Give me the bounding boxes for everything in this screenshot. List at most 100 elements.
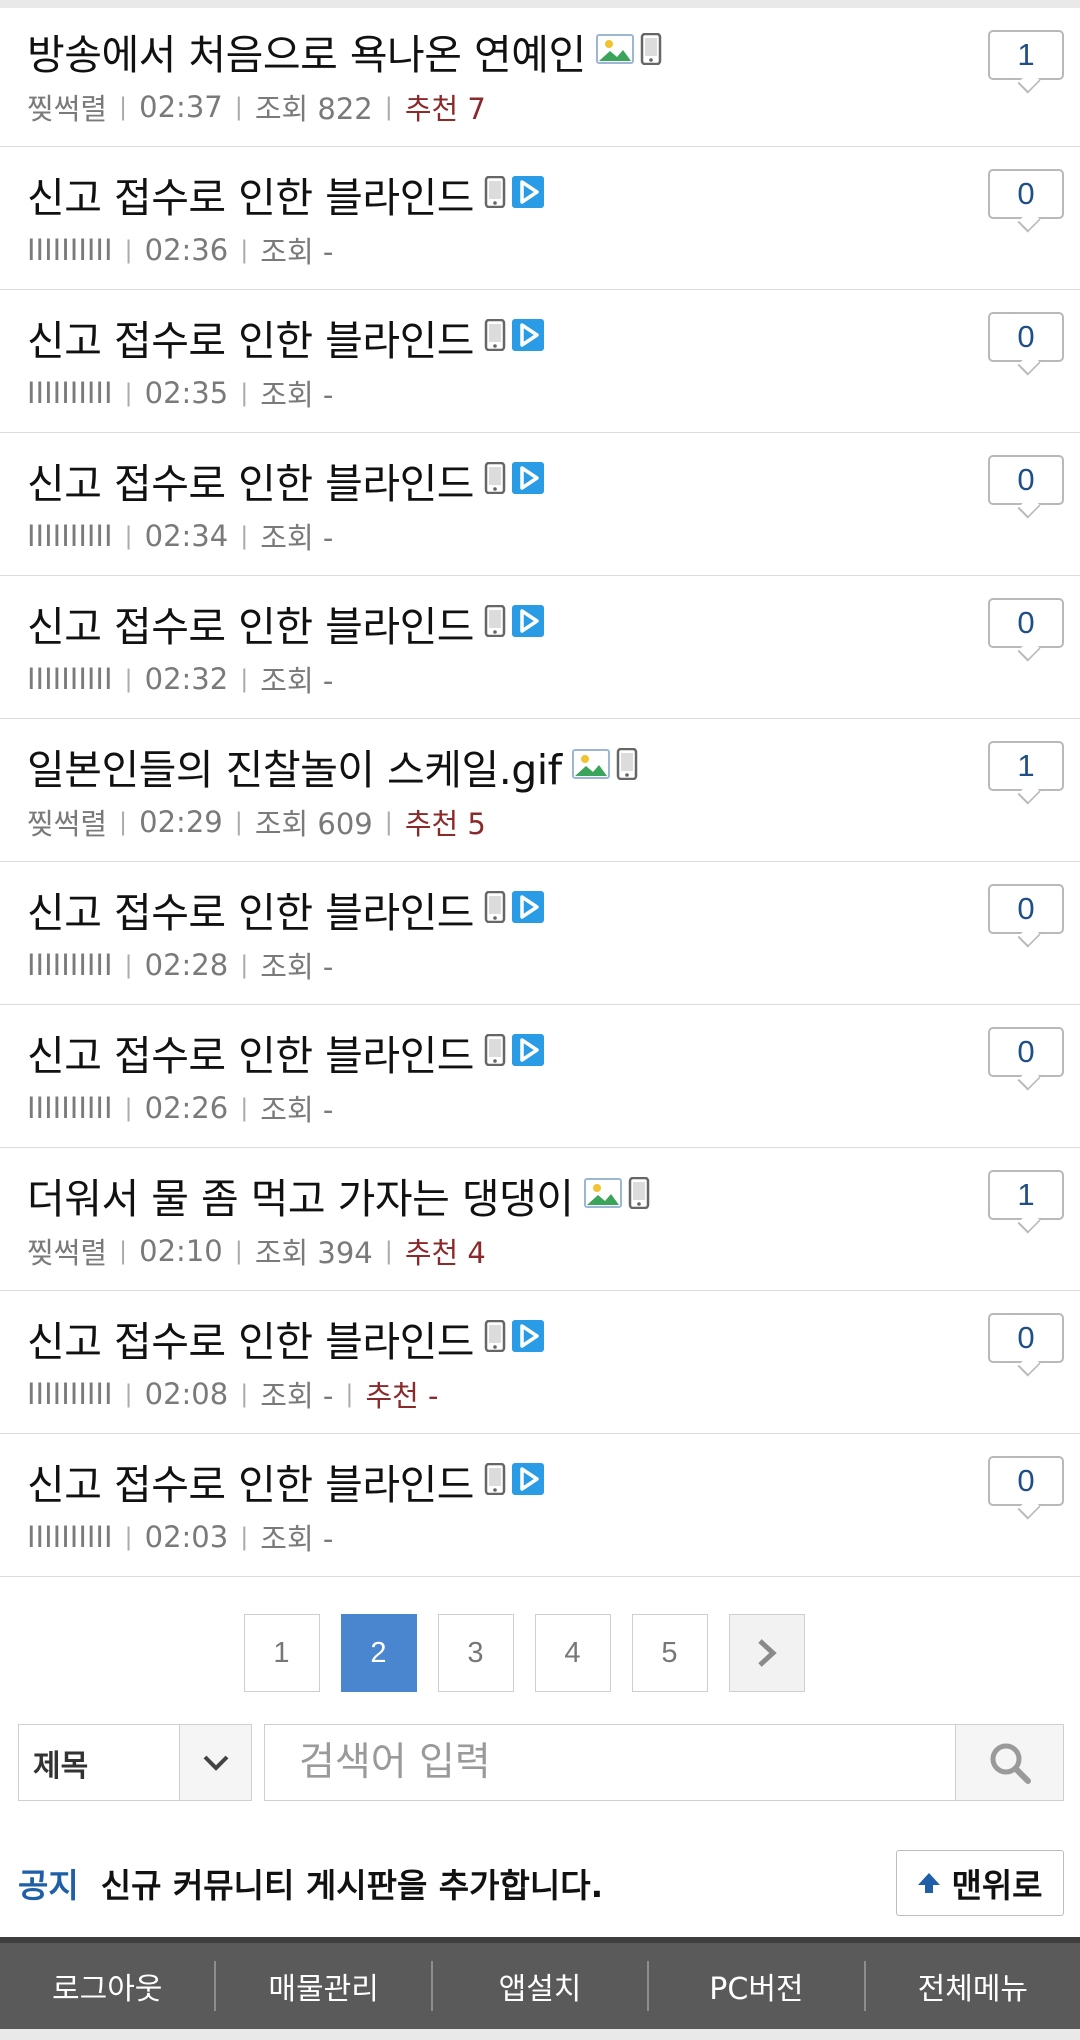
post-author: IIIIIIIIII [27,662,113,696]
comment-count-badge[interactable]: 0 [988,312,1064,362]
chevron-down-icon[interactable] [179,1725,251,1800]
comment-count-badge[interactable]: 0 [988,455,1064,505]
post-time: 02:35 [144,376,229,410]
post-row[interactable]: 신고 접수로 인한 블라인드 IIIIIIIIII | 02:35 | 조회 - 0 [0,290,1080,433]
post-row[interactable]: 더워서 물 좀 먹고 가자는 댕댕이 찢썩렬 | 02:10 | 조회 394 | 추천 4 1 [0,1148,1080,1291]
post-icons [484,891,545,927]
post-title[interactable]: 신고 접수로 인한 블라인드 [27,879,475,939]
mobile-icon [484,176,506,212]
post-title[interactable]: 신고 접수로 인한 블라인드 [27,307,475,367]
chevron-right-icon [757,1639,777,1667]
post-title-line: 신고 접수로 인한 블라인드 [27,1307,1080,1369]
post-icons [595,33,662,69]
post-row[interactable]: 신고 접수로 인한 블라인드 IIIIIIIIII | 02:26 | 조회 - 0 [0,1005,1080,1148]
video-icon [512,1320,545,1356]
search-field-select[interactable]: 제목 [18,1724,252,1801]
page-button-5[interactable]: 5 [631,1614,708,1692]
pagination: 12345 [0,1614,1080,1692]
page-button-3[interactable]: 3 [437,1614,514,1692]
post-views: 조회 - [260,1522,334,1556]
post-author: 찢썩렬 [27,92,108,126]
post-time: 02:37 [139,90,223,124]
meta-separator: | [119,808,128,836]
post-row[interactable]: 신고 접수로 인한 블라인드 IIIIIIIIII | 02:03 | 조회 - 0 [0,1434,1080,1577]
mobile-icon [640,33,662,69]
comment-count-badge[interactable]: 0 [988,1027,1064,1077]
post-time: 02:26 [144,1091,229,1125]
post-title[interactable]: 신고 접수로 인한 블라인드 [27,164,475,224]
page-button-1[interactable]: 1 [243,1614,320,1692]
comment-count-badge[interactable]: 0 [988,1456,1064,1506]
image-icon [583,1178,622,1212]
search-icon [990,1743,1031,1784]
post-title-line: 신고 접수로 인한 블라인드 [27,878,1080,940]
arrow-up-icon [918,1873,941,1893]
post-title[interactable]: 신고 접수로 인한 블라인드 [27,593,475,653]
meta-separator: | [124,379,133,407]
post-time: 02:32 [144,662,229,696]
meta-separator: | [234,1237,243,1265]
notice-bar: 공지 신규 커뮤니티 게시판을 추가합니다. 맨위로 [18,1850,1064,1916]
top-strip [0,0,1080,8]
post-title[interactable]: 방송에서 처음으로 욕나온 연예인 [27,21,586,81]
meta-separator: | [124,1380,133,1408]
post-icons [583,1177,650,1213]
post-title[interactable]: 신고 접수로 인한 블라인드 [27,1451,475,1511]
meta-separator: | [124,1094,133,1122]
post-meta: IIIIIIIIII | 02:08 | 조회 - | 추천 - [27,1373,1080,1415]
post-row[interactable]: 신고 접수로 인한 블라인드 IIIIIIIIII | 02:28 | 조회 - 0 [0,862,1080,1005]
post-recommend: 추천 4 [404,1236,486,1270]
post-icons [484,1034,545,1070]
post-title[interactable]: 신고 접수로 인한 블라인드 [27,1022,475,1082]
comment-count-badge[interactable]: 0 [988,598,1064,648]
bottom-nav-item[interactable]: 매물관리 [216,1961,433,2011]
comment-count-badge[interactable]: 0 [988,884,1064,934]
next-page-button[interactable] [728,1614,805,1692]
post-views: 조회 394 [254,1236,373,1270]
meta-separator: | [384,1237,393,1265]
post-row[interactable]: 방송에서 처음으로 욕나온 연예인 찢썩렬 | 02:37 | 조회 822 | 추천 7 1 [0,8,1080,147]
bottom-nav: 로그아웃 매물관리 앱설치 PC버전 전체메뉴 [0,1937,1080,2029]
scroll-top-button[interactable]: 맨위로 [896,1850,1064,1916]
post-title[interactable]: 더워서 물 좀 먹고 가자는 댕댕이 [27,1165,574,1225]
video-icon [512,1034,545,1070]
post-title[interactable]: 신고 접수로 인한 블라인드 [27,450,475,510]
post-title-line: 방송에서 처음으로 욕나온 연예인 [27,20,1080,82]
bottom-nav-item[interactable]: 전체메뉴 [866,1961,1080,2011]
notice-link[interactable]: 신규 커뮤니티 게시판을 추가합니다. [101,1859,896,1907]
post-meta: IIIIIIIIII | 02:36 | 조회 - [27,229,1080,271]
search-button[interactable] [955,1725,1063,1800]
post-meta: IIIIIIIIII | 02:03 | 조회 - [27,1516,1080,1558]
meta-separator: | [240,1523,249,1551]
meta-separator: | [240,665,249,693]
page-button-4[interactable]: 4 [534,1614,611,1692]
post-time: 02:08 [144,1377,229,1411]
comment-count-badge[interactable]: 1 [988,30,1064,80]
comment-count-badge[interactable]: 1 [988,741,1064,791]
post-row[interactable]: 신고 접수로 인한 블라인드 IIIIIIIIII | 02:32 | 조회 - 0 [0,576,1080,719]
post-title[interactable]: 일본인들의 진찰놀이 스케일.gif [27,736,562,796]
bottom-nav-item[interactable]: 앱설치 [433,1961,650,2011]
post-title-line: 신고 접수로 인한 블라인드 [27,163,1080,225]
post-meta: IIIIIIIIII | 02:35 | 조회 - [27,372,1080,414]
comment-count-badge[interactable]: 1 [988,1170,1064,1220]
meta-separator: | [119,93,128,121]
bottom-nav-item[interactable]: 로그아웃 [0,1961,217,2011]
post-row[interactable]: 신고 접수로 인한 블라인드 IIIIIIIIII | 02:36 | 조회 - 0 [0,147,1080,290]
comment-count-badge[interactable]: 0 [988,1313,1064,1363]
search-input[interactable] [265,1725,955,1800]
post-row[interactable]: 일본인들의 진찰놀이 스케일.gif 찢썩렬 | 02:29 | 조회 609 | 추천 5 1 [0,719,1080,862]
post-row[interactable]: 신고 접수로 인한 블라인드 IIIIIIIIII | 02:34 | 조회 - 0 [0,433,1080,576]
post-views: 조회 - [260,378,334,412]
post-author: IIIIIIIIII [27,1091,113,1125]
post-row[interactable]: 신고 접수로 인한 블라인드 IIIIIIIIII | 02:08 | 조회 - | 추천 -… [0,1291,1080,1434]
meta-separator: | [124,1523,133,1551]
post-meta: IIIIIIIIII | 02:26 | 조회 - [27,1087,1080,1129]
post-icons [484,462,545,498]
post-views: 조회 - [260,521,334,555]
bottom-nav-item[interactable]: PC버전 [649,1961,866,2011]
post-title[interactable]: 신고 접수로 인한 블라인드 [27,1308,475,1368]
post-author: IIIIIIIIII [27,519,113,553]
comment-count-badge[interactable]: 0 [988,169,1064,219]
page-button-2[interactable]: 2 [340,1614,417,1692]
